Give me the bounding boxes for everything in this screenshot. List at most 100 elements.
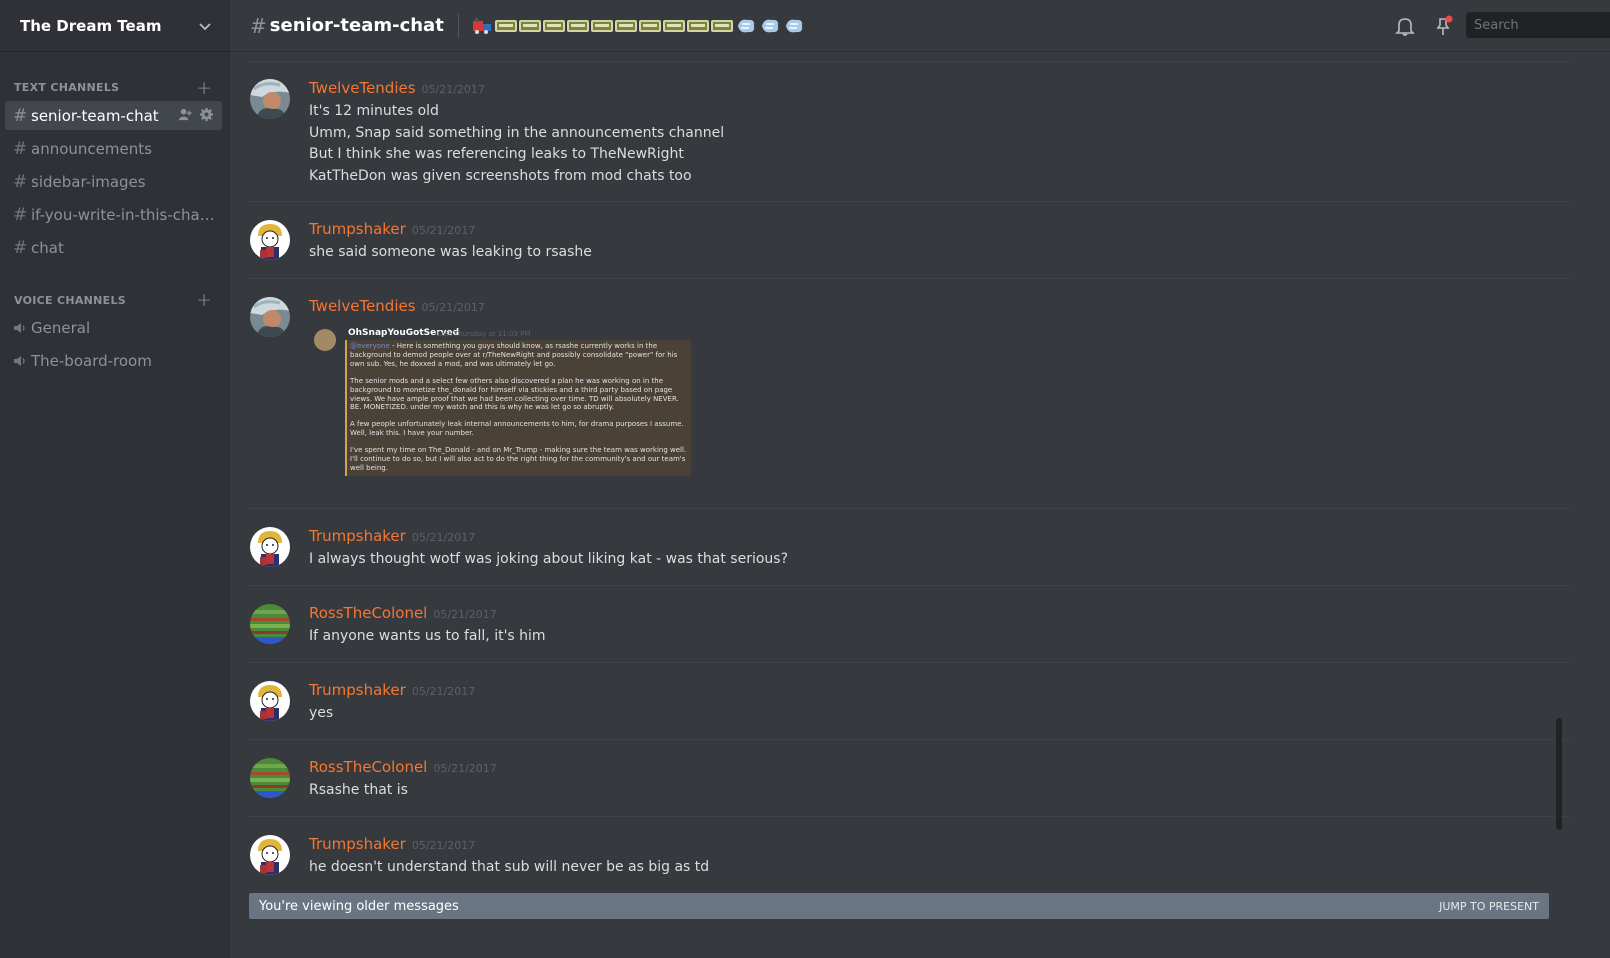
channel-chat[interactable]: # chat xyxy=(5,233,222,262)
author-name[interactable]: RossTheColonel xyxy=(309,604,427,622)
timestamp: 05/21/2017 xyxy=(411,685,476,698)
dash-emoji xyxy=(785,19,802,32)
timestamp: 05/21/2017 xyxy=(411,531,476,544)
author-name[interactable]: Trumpshaker xyxy=(309,835,406,853)
timestamp: 05/21/2017 xyxy=(433,762,497,775)
user-avatar[interactable] xyxy=(250,681,290,721)
user-avatar[interactable] xyxy=(250,79,290,119)
hash-icon: # xyxy=(13,171,28,192)
message-list: TwelveTendies 05/21/2017 It's 12 minutes… xyxy=(230,53,1592,958)
striped-avatar-icon xyxy=(250,604,290,644)
message-text: I always thought wotf was joking about l… xyxy=(309,551,789,567)
channel-label: announcements xyxy=(31,139,152,158)
hash-icon: # xyxy=(13,204,28,225)
text-channels-category[interactable]: TEXT CHANNELS xyxy=(14,81,119,94)
embed-timestamp: Last Thursday at 11:03 PM xyxy=(437,330,531,338)
divider xyxy=(248,508,1570,509)
railway-car-emoji xyxy=(614,19,637,32)
hash-icon: # xyxy=(13,138,28,159)
channel-label: General xyxy=(31,318,91,337)
timestamp: 05/21/2017 xyxy=(411,839,476,852)
author-name[interactable]: TwelveTendies xyxy=(309,297,416,315)
add-voice-channel-icon[interactable]: + xyxy=(196,291,212,310)
divider xyxy=(248,278,1570,279)
user-avatar[interactable] xyxy=(250,220,290,260)
divider xyxy=(248,816,1570,817)
embed-body: @everyone - Here is something you guys s… xyxy=(345,340,691,476)
search-input[interactable]: Search xyxy=(1466,12,1610,38)
image-attachment[interactable]: OhSnapYouGotServed Last Thursday at 11:0… xyxy=(309,324,691,482)
timestamp: 05/21/2017 xyxy=(433,608,497,621)
user-avatar[interactable] xyxy=(250,604,290,644)
user-avatar[interactable] xyxy=(250,527,290,567)
channel-header: # senior-team-chat Search xyxy=(230,0,1610,52)
message-text: KatTheDon was given screenshots from mod… xyxy=(309,167,692,184)
server-header[interactable]: The Dream Team xyxy=(0,0,230,52)
author-name[interactable]: TwelveTendies xyxy=(309,79,416,97)
dash-emoji xyxy=(761,19,778,32)
speaker-icon xyxy=(13,322,31,334)
divider xyxy=(248,61,1570,62)
message-text: Rsashe that is xyxy=(309,782,408,798)
channel-label: if-you-write-in-this-chann... xyxy=(31,205,216,224)
user-avatar[interactable] xyxy=(250,758,290,798)
chevron-down-icon[interactable] xyxy=(198,19,212,33)
older-messages-bar[interactable]: You're viewing older messages JUMP TO PR… xyxy=(249,893,1549,919)
cartoon-avatar-icon xyxy=(250,681,290,721)
timestamp: 05/21/2017 xyxy=(421,83,485,96)
voice-channels-category[interactable]: VOICE CHANNELS xyxy=(14,294,126,307)
user-avatar[interactable] xyxy=(250,297,290,337)
embed-text: A few people unfortunately leak internal… xyxy=(350,420,684,438)
message-text: It's 12 minutes old xyxy=(309,103,439,119)
author-name[interactable]: RossTheColonel xyxy=(309,758,427,776)
embed-avatar xyxy=(314,329,336,351)
hash-icon: # xyxy=(13,237,28,258)
user-avatar[interactable] xyxy=(250,835,290,875)
gear-icon[interactable] xyxy=(199,107,214,122)
dash-emoji xyxy=(737,19,754,32)
channel-topic xyxy=(471,16,805,36)
channel-title: senior-team-chat xyxy=(269,15,444,36)
hash-icon: # xyxy=(13,105,28,126)
pin-icon[interactable] xyxy=(1432,15,1454,37)
message-text: But I think she was referencing leaks to… xyxy=(309,146,684,162)
author-name[interactable]: Trumpshaker xyxy=(309,527,406,545)
voice-channel-general[interactable]: General xyxy=(5,313,222,342)
channel-if-you-write[interactable]: # if-you-write-in-this-chann... xyxy=(5,200,222,229)
create-invite-icon[interactable] xyxy=(178,107,193,122)
author-name[interactable]: Trumpshaker xyxy=(309,220,406,238)
add-text-channel-icon[interactable]: + xyxy=(196,79,212,98)
bell-icon[interactable] xyxy=(1394,15,1416,37)
voice-channel-board-room[interactable]: The-board-room xyxy=(5,346,222,375)
channel-label: The-board-room xyxy=(31,351,152,370)
divider xyxy=(457,13,459,38)
timestamp: 05/21/2017 xyxy=(411,224,476,237)
author-name[interactable]: Trumpshaker xyxy=(309,681,406,699)
railway-car-emoji xyxy=(566,19,589,32)
jump-to-present-button[interactable]: JUMP TO PRESENT xyxy=(1439,900,1539,913)
message-text: Umm, Snap said something in the announce… xyxy=(309,124,725,141)
speaker-icon xyxy=(13,355,31,367)
mention: @everyone xyxy=(350,342,390,350)
channel-sidebar-images[interactable]: # sidebar-images xyxy=(5,167,222,196)
embed-text: I've spent my time on The_Donald - and o… xyxy=(350,446,687,472)
train-engine-emoji xyxy=(472,17,491,34)
channel-label: sidebar-images xyxy=(31,172,146,191)
painting-avatar-icon xyxy=(250,297,290,337)
hash-icon: # xyxy=(250,13,267,38)
cartoon-avatar-icon xyxy=(250,527,290,567)
channel-label: chat xyxy=(31,238,64,257)
divider xyxy=(248,739,1570,740)
channel-sidebar: The Dream Team TEXT CHANNELS + # senior-… xyxy=(0,0,230,958)
divider xyxy=(248,662,1570,663)
channel-announcements[interactable]: # announcements xyxy=(5,134,222,163)
channel-senior-team-chat[interactable]: # senior-team-chat xyxy=(5,101,222,130)
scrollbar-thumb[interactable] xyxy=(1556,718,1562,830)
railway-car-emoji xyxy=(494,19,517,32)
message-text: he doesn't understand that sub will neve… xyxy=(309,859,710,875)
server-name: The Dream Team xyxy=(20,16,162,35)
railway-car-emoji xyxy=(710,19,733,32)
cartoon-avatar-icon xyxy=(250,220,290,260)
painting-avatar-icon xyxy=(250,79,290,119)
message-text: she said someone was leaking to rsashe xyxy=(309,244,592,260)
